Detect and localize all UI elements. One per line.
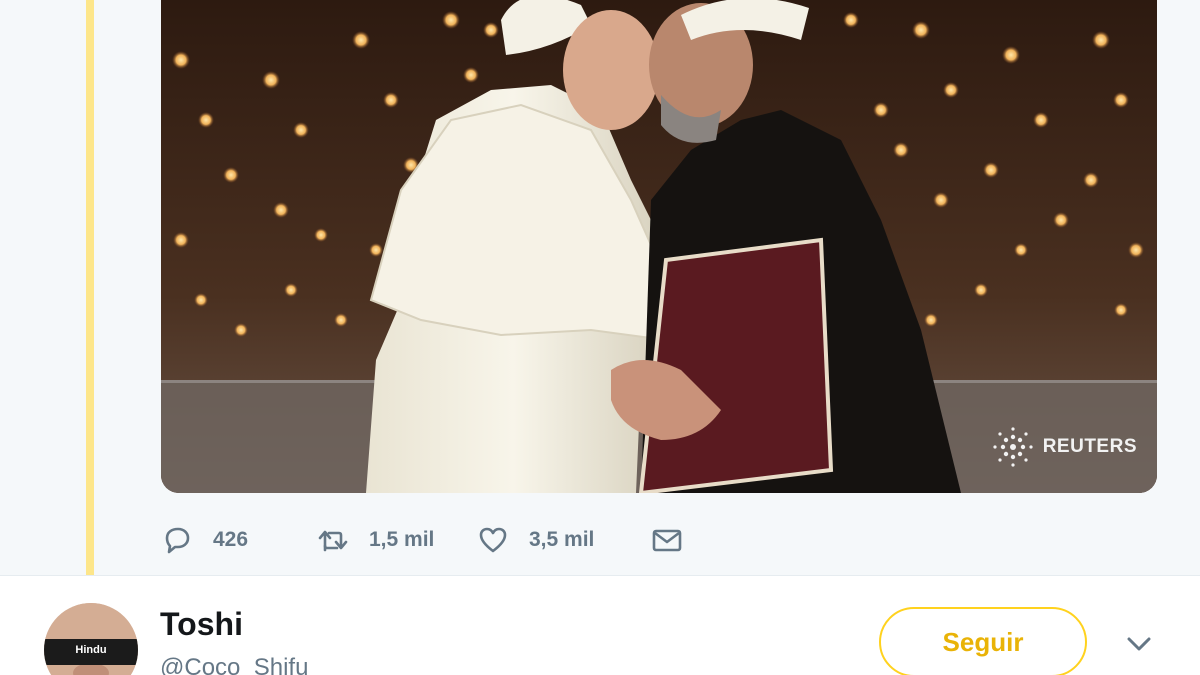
retweet-count: 1,5 mil [369, 528, 435, 551]
display-name[interactable]: Toshi [160, 606, 243, 643]
watermark-text: REUTERS [1042, 436, 1137, 457]
reuters-watermark: REUTERS [991, 425, 1137, 469]
reply-count: 426 [213, 528, 249, 551]
follow-button[interactable]: Seguir [879, 607, 1087, 675]
photo-scene [161, 0, 1157, 493]
direct-message-button[interactable] [651, 524, 683, 556]
heart-icon [479, 527, 507, 553]
avatar-band-text: Hindu [75, 644, 107, 656]
screen-name[interactable]: @Coco_Shifu [160, 654, 308, 675]
tweet-upper: REUTERS 426 1,5 mil 3,5 mil [0, 0, 1200, 585]
retweet-icon [318, 530, 348, 552]
chevron-down-icon[interactable] [1124, 634, 1154, 654]
reuters-logo-icon [993, 427, 1033, 467]
tweet-photo[interactable]: REUTERS [161, 0, 1157, 493]
tweet-actions: 426 1,5 mil 3,5 mil [161, 520, 683, 560]
like-count: 3,5 mil [529, 528, 595, 551]
like-button[interactable]: 3,5 mil [477, 524, 651, 556]
reply-icon [165, 527, 190, 554]
next-tweet-header: Hindu Toshi @Coco_Shifu Seguir [0, 575, 1200, 675]
envelope-icon [652, 529, 682, 552]
avatar[interactable]: Hindu [44, 603, 138, 675]
retweet-button[interactable]: 1,5 mil [317, 524, 477, 556]
reply-button[interactable]: 426 [161, 524, 317, 556]
thread-line [86, 0, 94, 585]
